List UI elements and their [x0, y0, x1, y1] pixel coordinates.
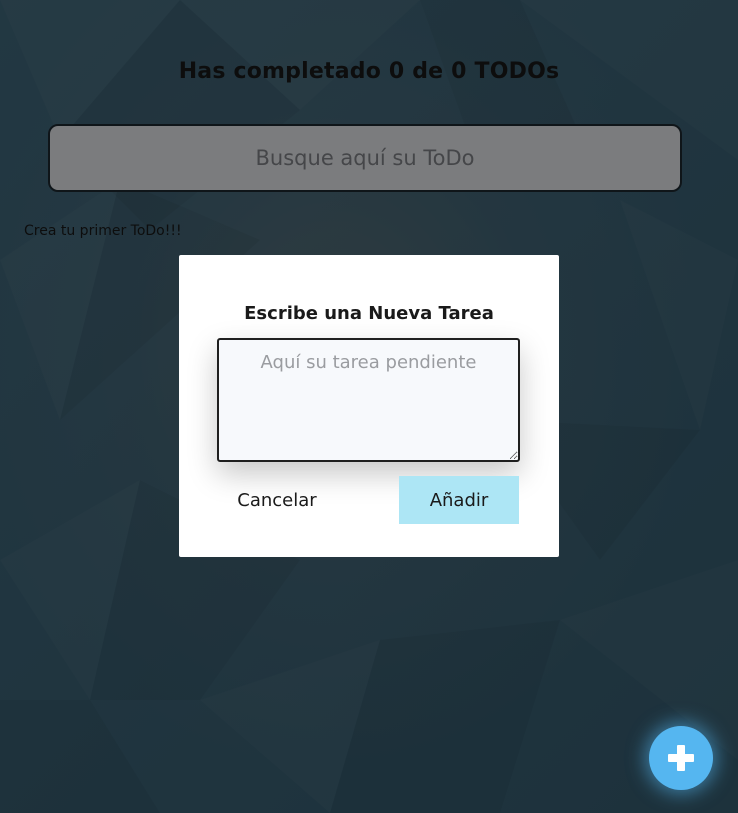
create-todo-button[interactable]	[649, 726, 713, 790]
plus-icon	[668, 745, 694, 771]
new-task-modal: Escribe una Nueva Tarea Cancelar Añadir	[179, 255, 559, 557]
cancel-button[interactable]: Cancelar	[217, 477, 337, 523]
task-textarea[interactable]	[217, 338, 520, 462]
modal-title: Escribe una Nueva Tarea	[244, 302, 494, 324]
add-task-button[interactable]: Añadir	[399, 476, 519, 524]
app-root: Has completado 0 de 0 TODOs Crea tu prim…	[0, 0, 738, 813]
